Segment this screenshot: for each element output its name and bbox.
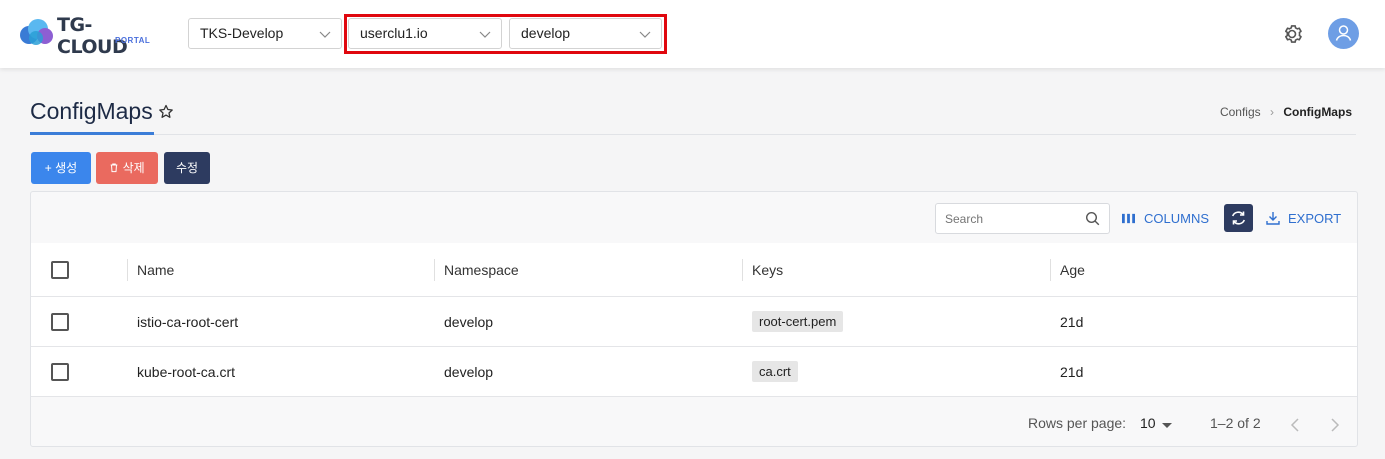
- cluster-select-value: TKS-Develop: [200, 25, 284, 41]
- table-row[interactable]: kube-root-ca.crt develop ca.crt 21d: [31, 347, 1357, 397]
- trash-icon: [110, 163, 118, 173]
- column-divider: [434, 259, 435, 281]
- table-header-row: Name Namespace Keys Age: [31, 243, 1357, 297]
- rows-per-page-select[interactable]: 10: [1140, 415, 1156, 431]
- refresh-icon: [1231, 211, 1246, 225]
- breadcrumb-parent[interactable]: Configs: [1220, 105, 1261, 119]
- brand-sub: PORTAL: [115, 36, 151, 45]
- select-all-checkbox[interactable]: [51, 261, 69, 279]
- user-avatar[interactable]: [1328, 18, 1359, 49]
- cluster-select[interactable]: TKS-Develop: [188, 18, 342, 49]
- key-chip: ca.crt: [752, 361, 798, 382]
- edit-label: 수정: [175, 161, 199, 175]
- chevron-right-icon[interactable]: [1327, 417, 1341, 433]
- breadcrumb-current: ConfigMaps: [1283, 105, 1352, 119]
- row-checkbox[interactable]: [51, 363, 69, 381]
- cell-age: 21d: [1060, 363, 1084, 380]
- page-title: ConfigMaps: [30, 98, 153, 124]
- create-button[interactable]: + 생성: [31, 152, 91, 184]
- brand-logo[interactable]: TG-CLOUD PORTAL: [19, 14, 159, 58]
- title-underline: [30, 132, 154, 135]
- export-button[interactable]: EXPORT: [1266, 208, 1341, 228]
- selection-highlight-box: [344, 14, 667, 54]
- columns-button[interactable]: COLUMNS: [1121, 208, 1209, 228]
- cell-name: istio-ca-root-cert: [137, 313, 239, 330]
- pagination-range: 1–2 of 2: [1210, 415, 1261, 431]
- search-input[interactable]: [936, 204, 1076, 233]
- cell-keys: root-cert.pem: [752, 297, 844, 346]
- column-divider: [1050, 259, 1051, 281]
- download-icon: [1266, 212, 1280, 225]
- chevron-right-icon: ›: [1269, 105, 1274, 119]
- delete-button[interactable]: 삭제: [96, 152, 158, 184]
- column-header-namespace[interactable]: Namespace: [444, 243, 519, 296]
- chevron-left-icon[interactable]: [1289, 417, 1303, 433]
- columns-label: COLUMNS: [1144, 210, 1210, 226]
- cell-namespace: develop: [444, 363, 494, 380]
- star-icon[interactable]: [158, 104, 174, 120]
- column-divider: [127, 259, 128, 281]
- user-icon: [1335, 25, 1352, 41]
- edit-button[interactable]: 수정: [164, 152, 210, 184]
- table-row[interactable]: istio-ca-root-cert develop root-cert.pem…: [31, 297, 1357, 347]
- cell-namespace: develop: [444, 313, 494, 330]
- refresh-button[interactable]: [1224, 204, 1253, 232]
- cell-name: kube-root-ca.crt: [137, 363, 236, 380]
- top-header: TG-CLOUD PORTAL TKS-Develop userclu1.io …: [0, 0, 1385, 68]
- row-checkbox[interactable]: [51, 313, 69, 331]
- rows-per-page-label: Rows per page:: [1028, 415, 1127, 431]
- configmaps-table-panel: COLUMNS EXPORT Name Namespace Keys Age: [30, 191, 1358, 447]
- key-chip: root-cert.pem: [752, 311, 844, 332]
- plus-icon: +: [44, 161, 56, 175]
- chevron-down-icon: [319, 31, 331, 38]
- export-label: EXPORT: [1288, 210, 1342, 226]
- configmaps-table: Name Namespace Keys Age istio-ca-root-ce…: [31, 243, 1357, 397]
- create-label: 생성: [55, 161, 78, 175]
- cell-age: 21d: [1060, 313, 1084, 330]
- caret-down-icon[interactable]: [1162, 423, 1172, 428]
- column-header-keys[interactable]: Keys: [752, 243, 783, 296]
- columns-icon: [1122, 213, 1135, 223]
- title-divider: [30, 134, 1356, 135]
- cloud-logo-icon: [20, 19, 53, 45]
- column-header-name[interactable]: Name: [137, 243, 174, 296]
- search-icon: [1085, 211, 1100, 226]
- search-box[interactable]: [935, 203, 1110, 234]
- pagination: Rows per page: 10 1–2 of 2: [31, 397, 1357, 447]
- breadcrumb: Configs › ConfigMaps: [1220, 105, 1352, 119]
- delete-label: 삭제: [122, 161, 145, 175]
- gear-icon[interactable]: [1280, 22, 1304, 46]
- column-divider: [742, 259, 743, 281]
- cell-keys: ca.crt: [752, 347, 798, 396]
- column-header-age[interactable]: Age: [1060, 243, 1085, 296]
